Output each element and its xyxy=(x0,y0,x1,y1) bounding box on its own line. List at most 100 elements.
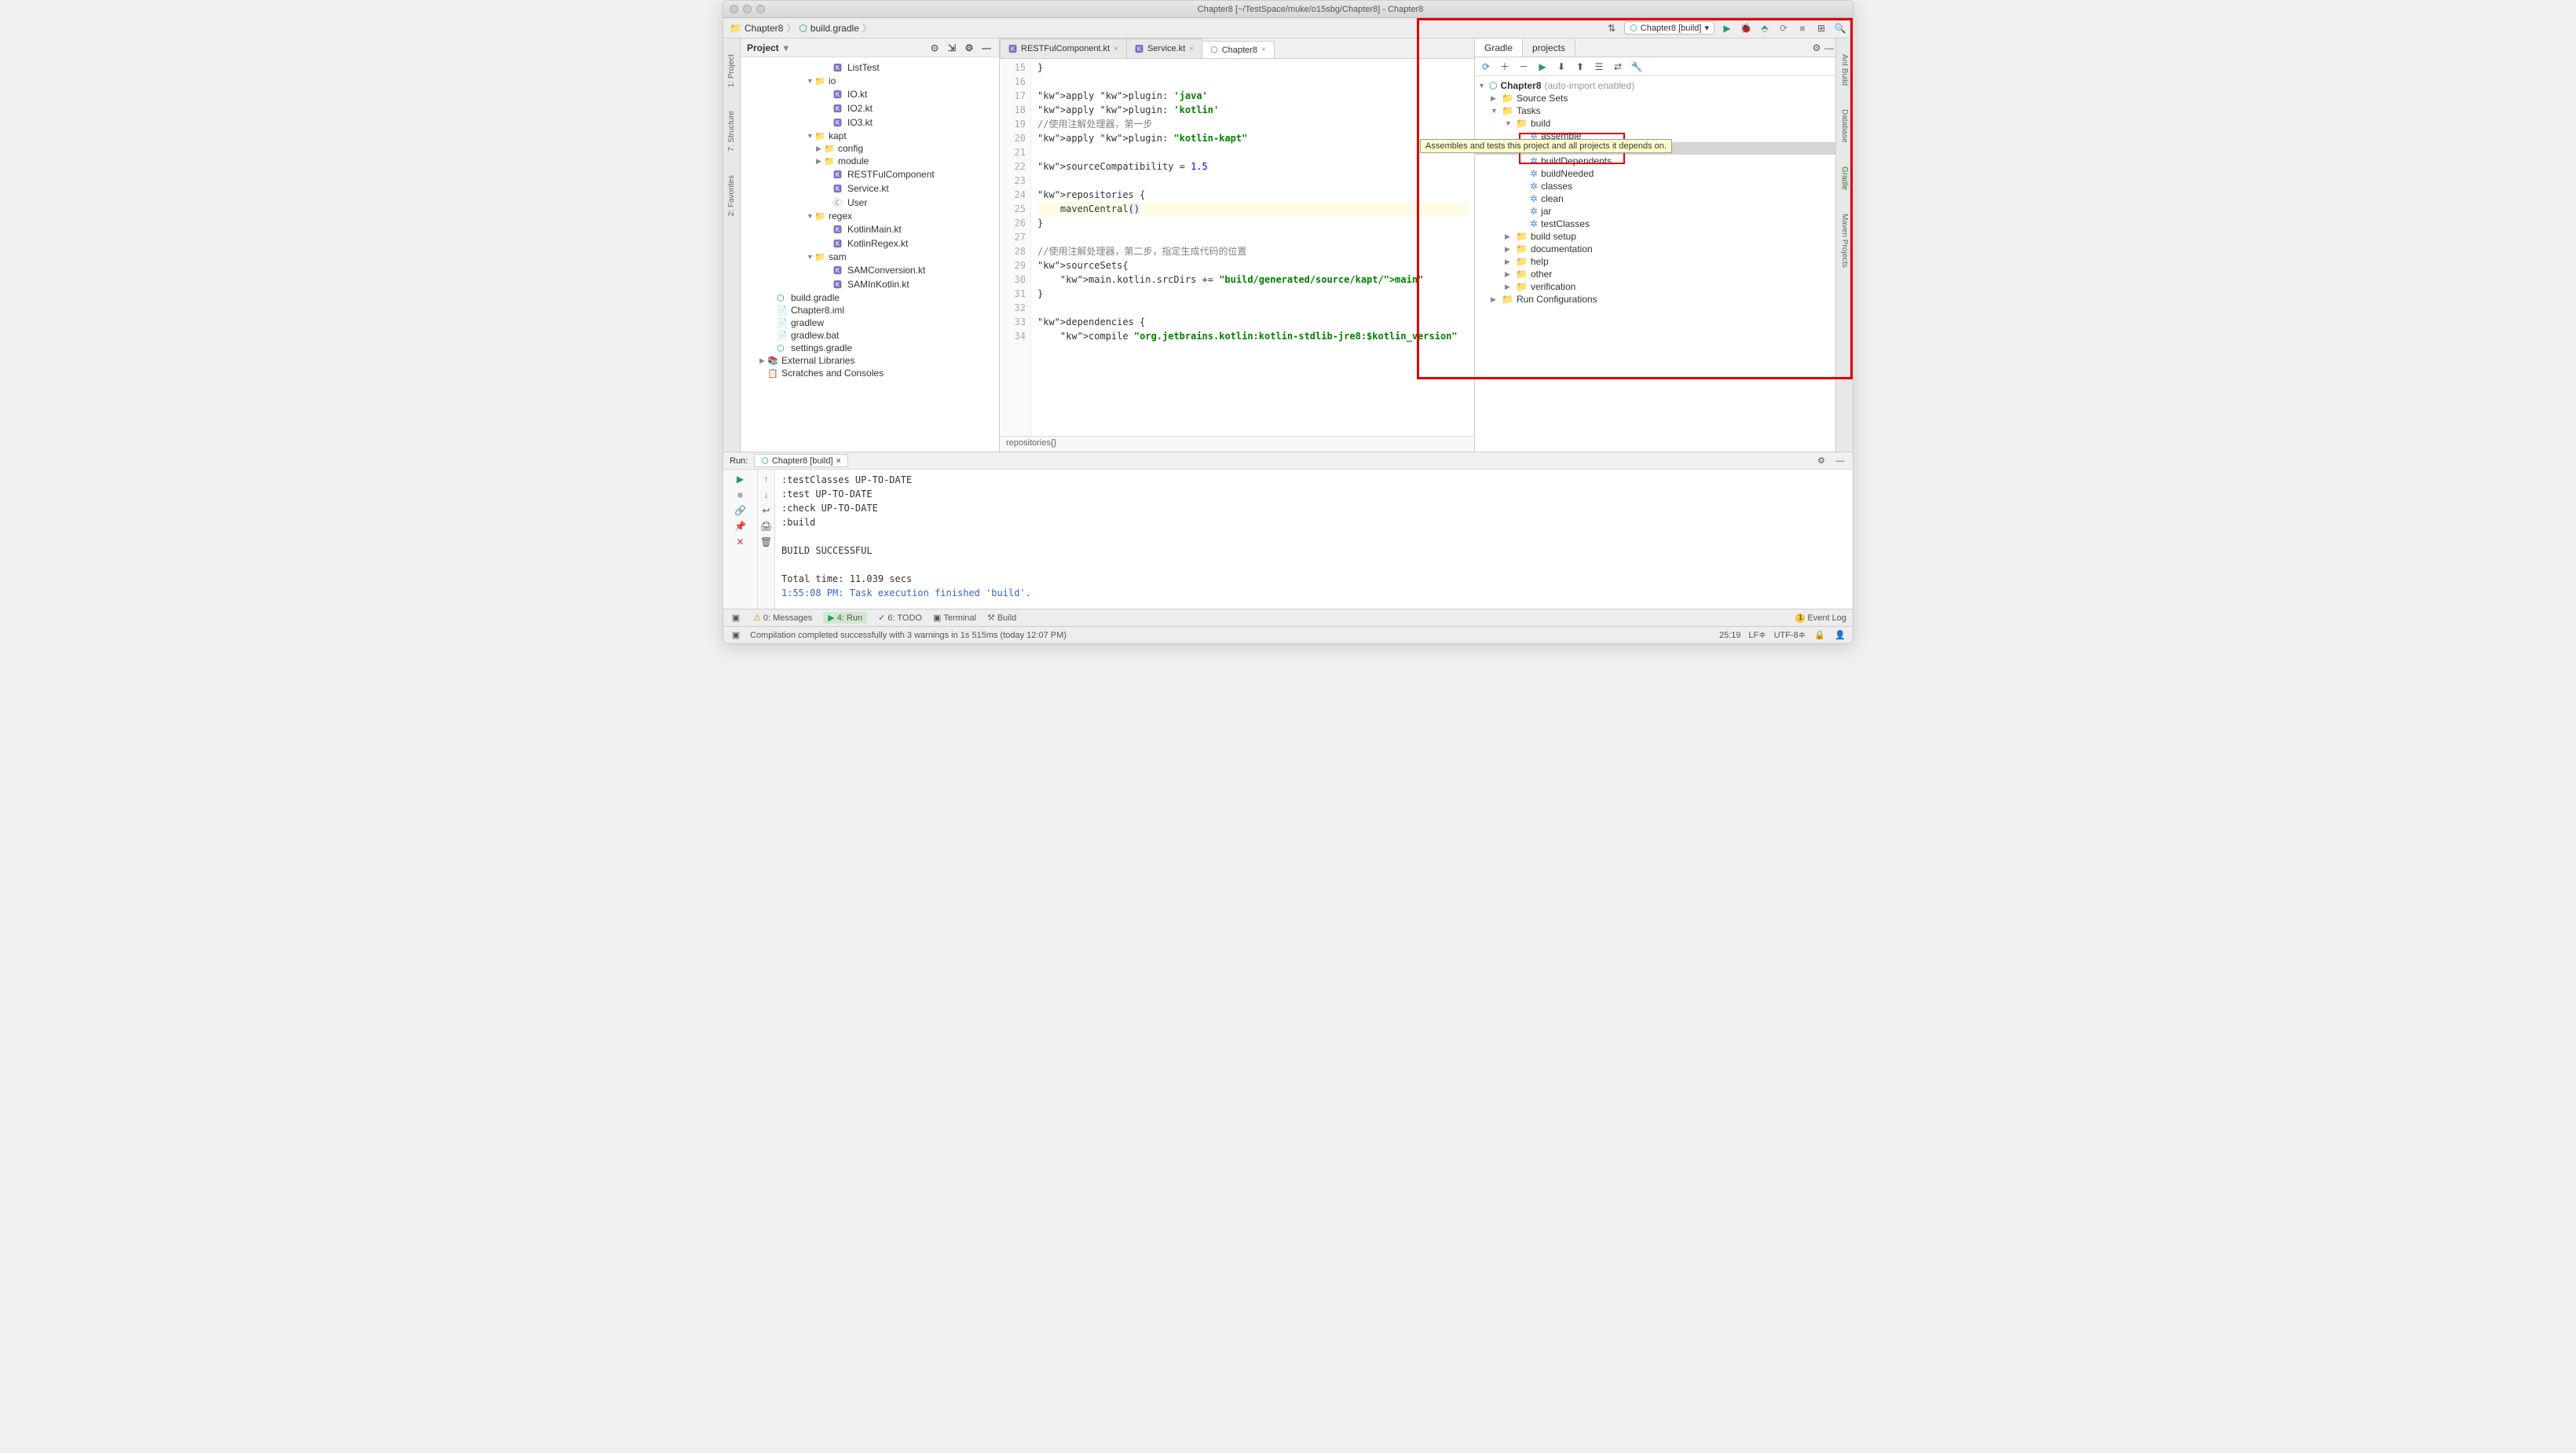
gradle-task[interactable]: ✲buildNeeded xyxy=(1475,167,1835,180)
gradle-projects-tab[interactable]: projects xyxy=(1523,39,1575,57)
gradle-root[interactable]: ▼ ⬡ Chapter8 (auto-import enabled) xyxy=(1475,79,1835,92)
tree-item[interactable]: ▶📚External Libraries xyxy=(741,354,999,367)
gradle-tool-tab[interactable]: Gradle xyxy=(1840,167,1849,190)
collapse-bottom-icon[interactable]: ▣ xyxy=(730,612,742,624)
run-button[interactable]: ▶ xyxy=(1721,22,1733,35)
project-tool-tab[interactable]: 1: Project xyxy=(727,54,736,87)
link-icon[interactable]: 🔗 xyxy=(734,504,747,517)
tree-item[interactable]: 🅺ListTest xyxy=(741,60,999,75)
stop-button[interactable]: ■ xyxy=(1796,22,1809,35)
hide-icon[interactable]: — xyxy=(980,42,993,54)
gradle-task[interactable]: ✲buildDependents xyxy=(1475,155,1835,167)
close-icon[interactable]: ✕ xyxy=(734,536,747,548)
hide-icon[interactable]: — xyxy=(1834,455,1846,467)
gradle-folder[interactable]: ▼📁build xyxy=(1475,117,1835,130)
tree-item[interactable]: 📄Chapter8.iml xyxy=(741,304,999,317)
wrench-icon[interactable]: 🔧 xyxy=(1630,60,1643,73)
tasks-icon[interactable]: ☰ xyxy=(1593,60,1605,73)
gradle-folder[interactable]: ▶📁documentation xyxy=(1475,243,1835,255)
offline-icon[interactable]: ⇄ xyxy=(1612,60,1624,73)
tree-item[interactable]: 🅺IO2.kt xyxy=(741,101,999,115)
close-icon[interactable]: × xyxy=(836,456,841,466)
up-icon[interactable]: ↑ xyxy=(760,473,773,485)
close-icon[interactable]: × xyxy=(1261,46,1266,54)
gradle-folder[interactable]: ▶📁help xyxy=(1475,255,1835,268)
pin-icon[interactable]: 📌 xyxy=(734,520,747,533)
tree-item[interactable]: 🅺IO3.kt xyxy=(741,115,999,130)
search-everywhere-button[interactable]: 🔍 xyxy=(1834,22,1846,35)
scroll-icon[interactable]: 🖨 xyxy=(760,520,773,533)
run-tab[interactable]: ⬡ Chapter8 [build] × xyxy=(754,454,848,467)
ant-tool-tab[interactable]: Ant Build xyxy=(1840,54,1849,86)
run-output[interactable]: :testClasses UP-TO-DATE:test UP-TO-DATE:… xyxy=(775,470,1853,609)
gradle-task[interactable]: ✲jar xyxy=(1475,205,1835,218)
run-tab-bottom[interactable]: ▶4: Run xyxy=(823,612,867,624)
gear-icon[interactable]: ⚙ xyxy=(963,42,975,54)
gradle-folder[interactable]: ▶📁Source Sets xyxy=(1475,92,1835,104)
tree-item[interactable]: 🅺SAMInKotlin.kt xyxy=(741,277,999,291)
coverage-button[interactable]: ⬘ xyxy=(1758,22,1771,35)
wrap-icon[interactable]: ↩ xyxy=(760,504,773,517)
tree-item[interactable]: 📋Scratches and Consoles xyxy=(741,367,999,379)
line-separator[interactable]: LF≑ xyxy=(1749,630,1766,640)
editor-code[interactable]: } "kw">apply "kw">plugin: 'java' "kw">ap… xyxy=(1031,59,1474,436)
gradle-folder[interactable]: ▶📁build setup xyxy=(1475,230,1835,243)
debug-button[interactable]: 🐞 xyxy=(1740,22,1752,35)
refresh-icon[interactable]: ⟳ xyxy=(1480,60,1492,73)
gradle-task[interactable]: ✲clean xyxy=(1475,192,1835,205)
rerun-icon[interactable]: ▶ xyxy=(734,473,747,485)
remove-icon[interactable]: － xyxy=(1517,60,1530,73)
stop-icon[interactable]: ■ xyxy=(734,489,747,501)
messages-tab[interactable]: ⚠0: Messages xyxy=(753,613,812,623)
close-icon[interactable]: × xyxy=(1114,45,1118,53)
eventlog-tab[interactable]: 1Event Log xyxy=(1795,613,1846,623)
locate-icon[interactable]: ⊙ xyxy=(928,42,941,54)
minimize-window-button[interactable] xyxy=(743,5,752,13)
project-tree[interactable]: 🅺ListTest▼📁io🅺IO.kt🅺IO2.kt🅺IO3.kt▼📁kapt ▶… xyxy=(741,57,999,452)
gradle-folder[interactable]: ▶📁other xyxy=(1475,268,1835,280)
build-tab[interactable]: ⚒Build xyxy=(987,613,1016,623)
add-icon[interactable]: ＋ xyxy=(1498,60,1511,73)
editor-tab[interactable]: 🅺Service.kt× xyxy=(1126,38,1202,58)
expand-icon[interactable]: ⬇ xyxy=(1555,60,1568,73)
file-encoding[interactable]: UTF-8≑ xyxy=(1774,630,1806,640)
tree-item[interactable]: ▼📁io xyxy=(741,75,999,87)
gradle-task[interactable]: ✲classes xyxy=(1475,180,1835,192)
close-window-button[interactable] xyxy=(730,5,738,13)
tree-item[interactable]: ⬡settings.gradle xyxy=(741,342,999,354)
collapse-icon[interactable]: ⇲ xyxy=(946,42,958,54)
tree-item[interactable]: ▼📁kapt xyxy=(741,130,999,142)
structure-tool-tab[interactable]: 7: Structure xyxy=(727,111,736,152)
down-icon[interactable]: ↓ xyxy=(760,489,773,501)
todo-tab[interactable]: ✓6: TODO xyxy=(878,613,922,623)
tree-item[interactable]: ▼📁regex xyxy=(741,210,999,222)
layout-button[interactable]: ⊞ xyxy=(1815,22,1828,35)
chevron-down-icon[interactable]: ▾ xyxy=(784,42,789,53)
tree-item[interactable]: 🅺IO.kt xyxy=(741,87,999,101)
gear-icon[interactable]: ⚙ xyxy=(1810,42,1823,54)
tree-item[interactable]: ▼📁sam xyxy=(741,251,999,263)
trash-icon[interactable]: 🗑 xyxy=(760,536,773,548)
tree-item[interactable]: 📄gradlew xyxy=(741,317,999,329)
tree-item[interactable]: 📄gradlew.bat xyxy=(741,329,999,342)
collapse-icon[interactable]: ⬆ xyxy=(1574,60,1586,73)
editor-tab[interactable]: ⬡Chapter8× xyxy=(1202,41,1275,58)
gradle-folder[interactable]: ▼📁Tasks xyxy=(1475,104,1835,117)
tree-item[interactable]: ⒸUser xyxy=(741,196,999,210)
run-task-icon[interactable]: ▶ xyxy=(1536,60,1549,73)
profile-button[interactable]: ⟳ xyxy=(1777,22,1790,35)
tree-item[interactable]: 🅺KotlinRegex.kt xyxy=(741,236,999,251)
run-configuration-selector[interactable]: ⬡ Chapter8 [build] ▾ xyxy=(1624,21,1714,35)
gradle-task[interactable]: ✲testClasses xyxy=(1475,218,1835,230)
tree-item[interactable]: ⬡build.gradle xyxy=(741,291,999,304)
tree-item[interactable]: ▶📁module xyxy=(741,155,999,167)
editor-tab[interactable]: 🅺RESTFulComponent.kt× xyxy=(1000,38,1127,58)
zoom-window-button[interactable] xyxy=(756,5,765,13)
maven-tool-tab[interactable]: Maven Projects xyxy=(1840,214,1849,268)
favorites-tool-tab[interactable]: 2: Favorites xyxy=(727,175,736,216)
breadcrumb-project[interactable]: Chapter8 xyxy=(745,23,783,34)
close-icon[interactable]: × xyxy=(1189,45,1194,53)
breadcrumb-file[interactable]: build.gradle xyxy=(810,23,859,34)
sync-icon[interactable]: ⇅ xyxy=(1605,22,1618,35)
gradle-folder[interactable]: ▶📁Run Configurations xyxy=(1475,293,1835,306)
